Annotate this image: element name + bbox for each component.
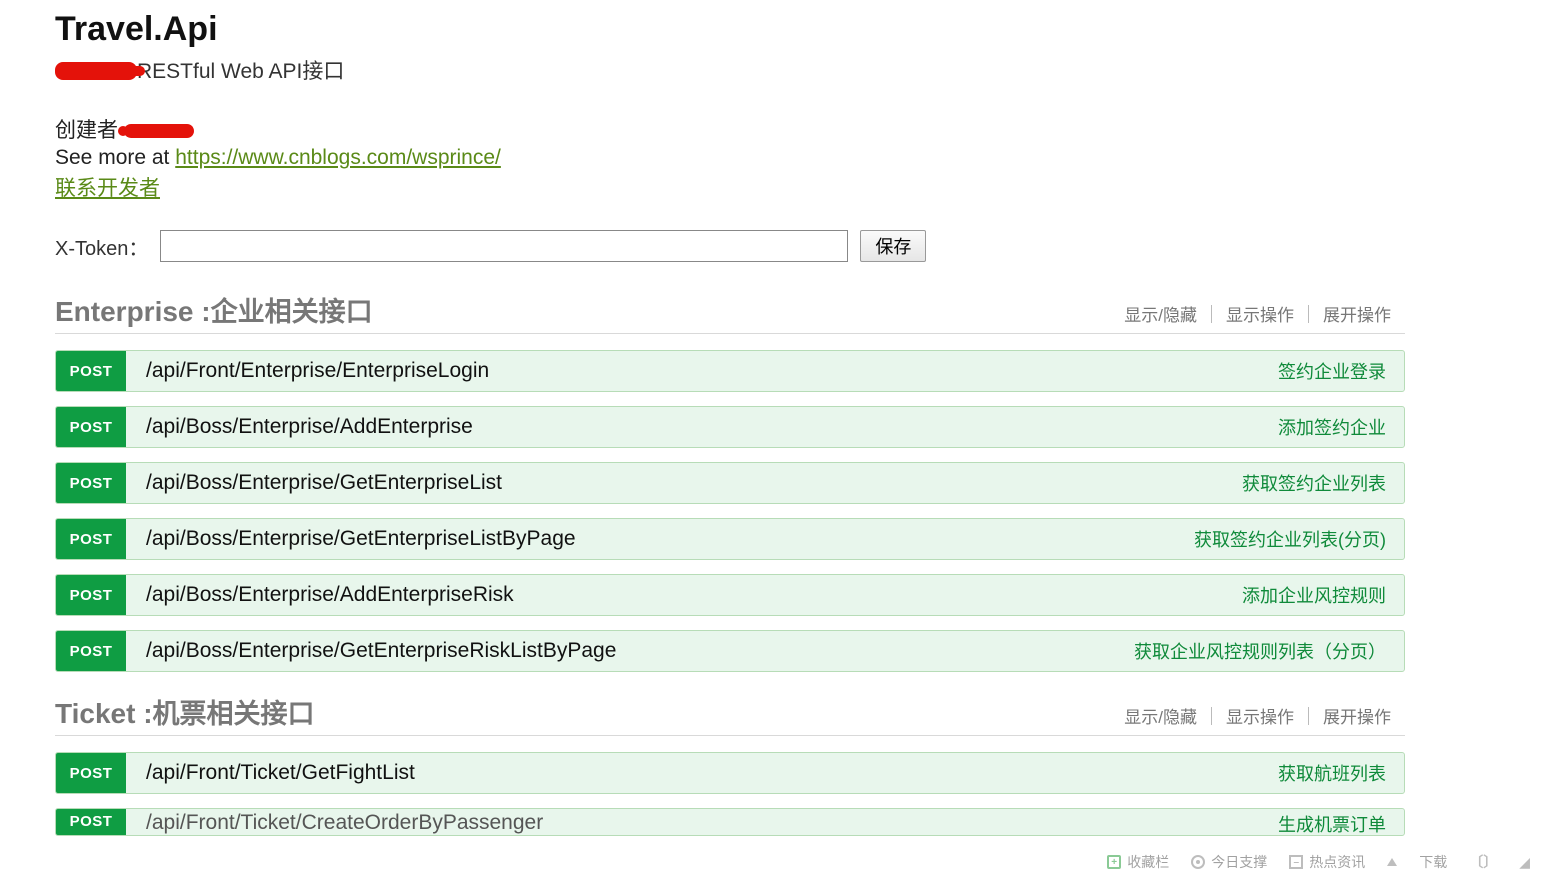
operation-path: /api/Front/Ticket/CreateOrderByPassenger bbox=[126, 809, 1278, 835]
operation-row[interactable]: POST /api/Boss/Enterprise/AddEnterpriseR… bbox=[55, 574, 1405, 616]
section-actions: 显示/隐藏 显示操作 展开操作 bbox=[1110, 301, 1405, 326]
bottom-bar-item[interactable]: 〔〕 bbox=[1469, 852, 1497, 872]
api-subtitle: RESTful Web API接口 bbox=[55, 57, 1420, 86]
creator-label: 创建者 bbox=[55, 119, 118, 142]
redaction-mark bbox=[55, 62, 137, 80]
section-actions: 显示/隐藏 显示操作 展开操作 bbox=[1110, 703, 1405, 728]
http-method-badge: POST bbox=[56, 407, 126, 447]
see-more-link[interactable]: https://www.cnblogs.com/wsprince/ bbox=[175, 146, 501, 169]
contact-developer-link[interactable]: 联系开发者 bbox=[55, 177, 160, 200]
minus-square-icon: – bbox=[1289, 855, 1303, 869]
operation-row[interactable]: POST /api/Boss/Enterprise/GetEnterpriseL… bbox=[55, 518, 1405, 560]
redaction-mark bbox=[124, 124, 194, 138]
operation-path: /api/Boss/Enterprise/GetEnterpriseListBy… bbox=[126, 519, 1194, 559]
save-button[interactable]: 保存 bbox=[860, 230, 926, 262]
operation-desc: 获取签约企业列表 bbox=[1242, 463, 1404, 503]
bottom-bar-item[interactable]: 下载 bbox=[1419, 852, 1447, 872]
operation-path: /api/Boss/Enterprise/AddEnterpriseRisk bbox=[126, 575, 1242, 615]
bottom-bar-item[interactable]: –热点资讯 bbox=[1289, 852, 1365, 872]
operation-desc: 获取航班列表 bbox=[1278, 753, 1404, 793]
action-show-ops[interactable]: 显示操作 bbox=[1212, 703, 1308, 728]
action-toggle[interactable]: 显示/隐藏 bbox=[1110, 703, 1211, 728]
operation-row[interactable]: POST /api/Front/Enterprise/EnterpriseLog… bbox=[55, 350, 1405, 392]
operation-row[interactable]: POST /api/Front/Ticket/CreateOrderByPass… bbox=[55, 808, 1405, 836]
operation-path: /api/Boss/Enterprise/AddEnterprise bbox=[126, 407, 1278, 447]
section-name: Ticket : bbox=[55, 698, 153, 730]
action-show-ops[interactable]: 显示操作 bbox=[1212, 301, 1308, 326]
bottom-bar-item[interactable] bbox=[1387, 858, 1397, 866]
brackets-icon: 〔〕 bbox=[1469, 852, 1497, 872]
http-method-badge: POST bbox=[56, 631, 126, 671]
operation-desc: 添加企业风控规则 bbox=[1242, 575, 1404, 615]
bottom-bar-item[interactable]: +收藏栏 bbox=[1107, 852, 1169, 872]
page-root: Travel.Api RESTful Web API接口 创建者 See mor… bbox=[0, 0, 1420, 836]
operation-desc: 添加签约企业 bbox=[1278, 407, 1404, 447]
operation-path: /api/Front/Enterprise/EnterpriseLogin bbox=[126, 351, 1278, 391]
operation-row[interactable]: POST /api/Boss/Enterprise/GetEnterpriseR… bbox=[55, 630, 1405, 672]
operation-desc: 获取企业风控规则列表（分页） bbox=[1134, 631, 1404, 671]
bottom-bar-item[interactable]: ◢ bbox=[1519, 854, 1530, 871]
token-label: X-Token： bbox=[55, 232, 148, 261]
contact-line: 联系开发者 bbox=[55, 172, 1420, 202]
operation-row[interactable]: POST /api/Front/Ticket/GetFightList 获取航班… bbox=[55, 752, 1405, 794]
http-method-badge: POST bbox=[56, 809, 126, 835]
http-method-badge: POST bbox=[56, 351, 126, 391]
operation-row[interactable]: POST /api/Boss/Enterprise/AddEnterprise … bbox=[55, 406, 1405, 448]
operation-path: /api/Boss/Enterprise/GetEnterpriseRiskLi… bbox=[126, 631, 1134, 671]
action-expand-ops[interactable]: 展开操作 bbox=[1309, 301, 1405, 326]
http-method-badge: POST bbox=[56, 575, 126, 615]
plus-square-icon: + bbox=[1107, 855, 1121, 869]
token-row: X-Token： 保存 bbox=[55, 230, 1420, 262]
see-more-line: See more at https://www.cnblogs.com/wspr… bbox=[55, 146, 1420, 170]
http-method-badge: POST bbox=[56, 519, 126, 559]
circle-icon bbox=[1191, 855, 1205, 869]
x-token-input[interactable] bbox=[160, 230, 848, 262]
operation-desc: 生成机票订单 bbox=[1278, 809, 1404, 835]
bottom-bar-item[interactable]: 今日支撑 bbox=[1191, 852, 1267, 872]
action-expand-ops[interactable]: 展开操作 bbox=[1309, 703, 1405, 728]
section-header-ticket[interactable]: Ticket : 机票相关接口 显示/隐藏 显示操作 展开操作 bbox=[55, 692, 1405, 736]
section-desc: 机票相关接口 bbox=[153, 692, 315, 731]
browser-bottom-bar: +收藏栏 今日支撑 –热点资讯 下载 〔〕 ◢ bbox=[1107, 849, 1546, 875]
section-header-enterprise[interactable]: Enterprise : 企业相关接口 显示/隐藏 显示操作 展开操作 bbox=[55, 290, 1405, 334]
section-name: Enterprise : bbox=[55, 296, 211, 328]
operation-row[interactable]: POST /api/Boss/Enterprise/GetEnterpriseL… bbox=[55, 462, 1405, 504]
operation-desc: 获取签约企业列表(分页) bbox=[1194, 519, 1404, 559]
http-method-badge: POST bbox=[56, 753, 126, 793]
operation-desc: 签约企业登录 bbox=[1278, 351, 1404, 391]
subtitle-text: RESTful Web API接口 bbox=[137, 60, 344, 83]
operation-path: /api/Boss/Enterprise/GetEnterpriseList bbox=[126, 463, 1242, 503]
arrow-up-icon bbox=[1387, 858, 1397, 866]
action-toggle[interactable]: 显示/隐藏 bbox=[1110, 301, 1211, 326]
see-more-prefix: See more at bbox=[55, 146, 175, 169]
creator-line: 创建者 bbox=[55, 114, 1420, 144]
page-title: Travel.Api bbox=[55, 10, 1420, 49]
operation-path: /api/Front/Ticket/GetFightList bbox=[126, 753, 1278, 793]
http-method-badge: POST bbox=[56, 463, 126, 503]
section-desc: 企业相关接口 bbox=[211, 290, 373, 329]
signal-icon: ◢ bbox=[1519, 854, 1530, 871]
